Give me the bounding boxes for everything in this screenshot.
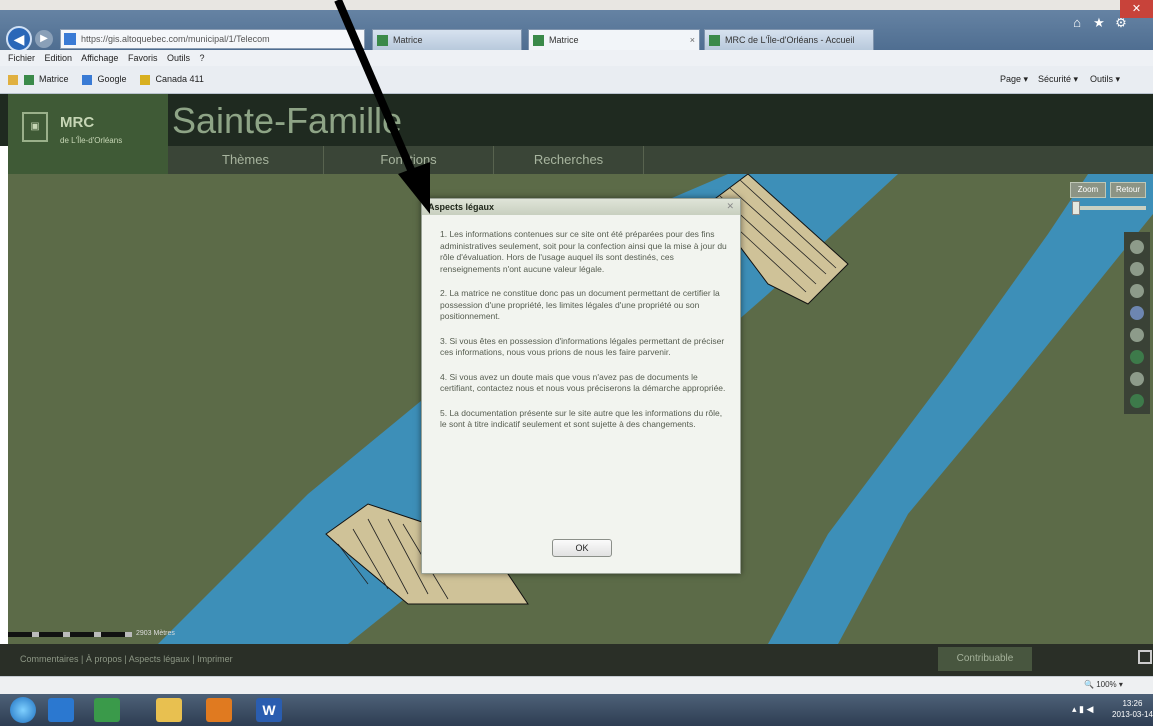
arrow-shaft	[334, 0, 416, 174]
annotation-arrow	[334, 0, 430, 214]
arrow-head	[398, 162, 430, 214]
